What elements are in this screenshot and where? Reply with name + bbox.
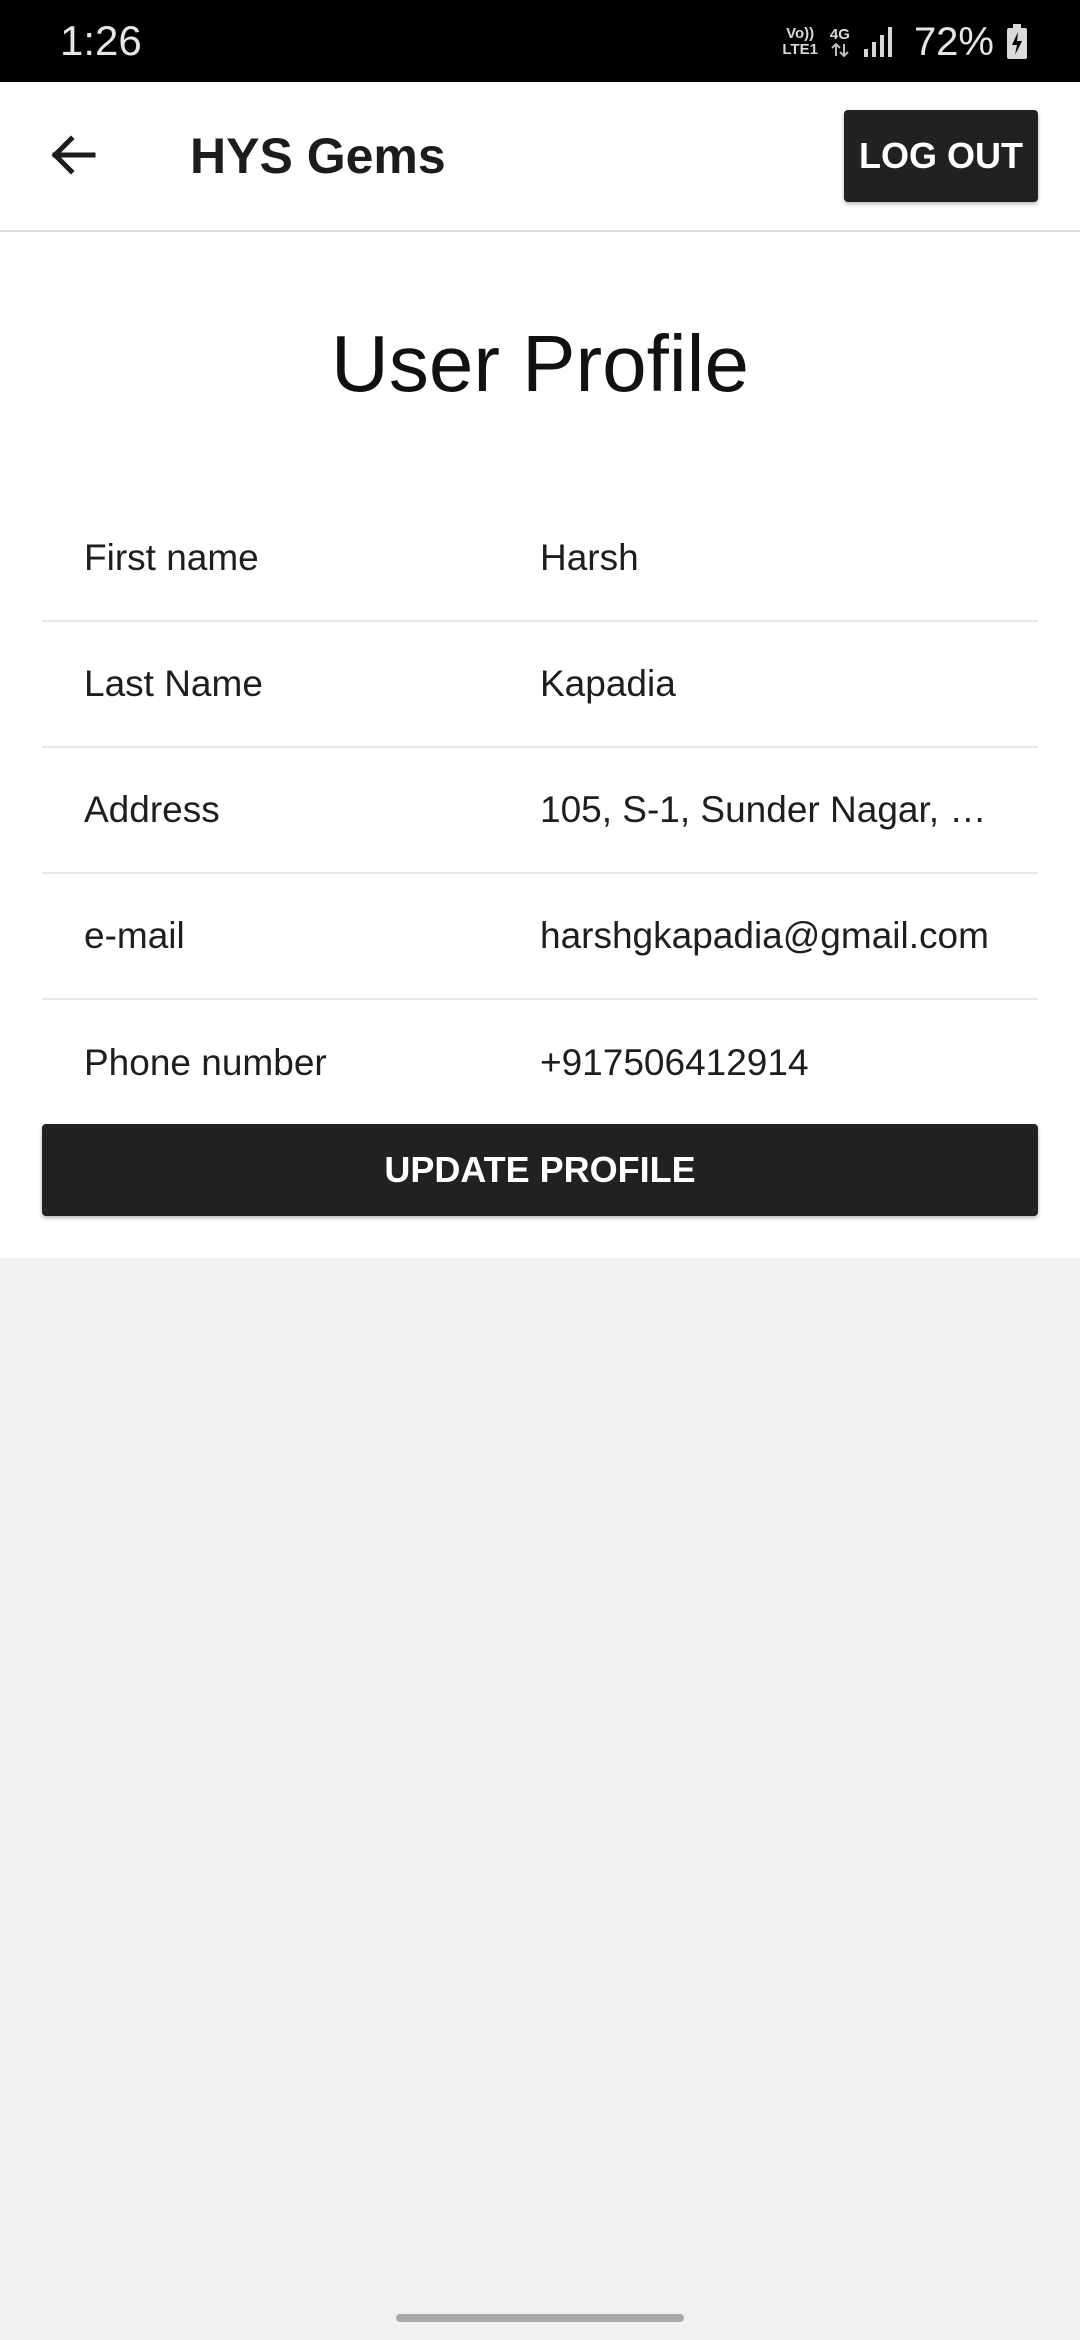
- volte-top-label: Vo)): [786, 25, 815, 42]
- first-name-value: Harsh: [540, 537, 639, 578]
- profile-row-phone: Phone number +917506412914: [42, 1000, 1038, 1126]
- profile-details: First name Harsh Last Name Kapadia Addre…: [42, 496, 1038, 1126]
- first-name-label: First name: [84, 537, 259, 578]
- status-time: 1:26: [60, 17, 142, 64]
- network-type-indicator: 4G: [830, 27, 850, 57]
- status-bar: 1:26 Vo)) LTE1 4G 72%: [0, 0, 1080, 82]
- profile-row-address: Address 105, S-1, Sunder Nagar, S....: [42, 748, 1038, 874]
- update-profile-button[interactable]: UPDATE PROFILE: [42, 1124, 1038, 1216]
- last-name-value: Kapadia: [540, 663, 676, 704]
- profile-row-email: e-mail harshgkapadia@gmail.com: [42, 874, 1038, 1000]
- back-button[interactable]: [40, 122, 106, 188]
- address-label: Address: [84, 789, 220, 830]
- home-indicator[interactable]: [396, 2314, 684, 2322]
- arrow-left-icon: [51, 135, 96, 175]
- data-arrows-icon: [831, 43, 849, 57]
- profile-row-first-name: First name Harsh: [42, 496, 1038, 622]
- page-title: User Profile: [331, 319, 749, 408]
- logout-button[interactable]: LOG OUT: [844, 110, 1038, 202]
- battery-charging-icon: [1007, 24, 1027, 59]
- email-value: harshgkapadia@gmail.com: [540, 915, 989, 956]
- email-label: e-mail: [84, 915, 185, 956]
- network-type-label: 4G: [829, 26, 850, 43]
- last-name-label: Last Name: [84, 663, 263, 704]
- profile-card: User Profile First name Harsh Last Name …: [0, 232, 1080, 1258]
- battery-percentage: 72%: [913, 20, 994, 64]
- volte-indicator: Vo)) LTE1: [782, 26, 818, 58]
- volte-bottom-label: LTE1: [782, 41, 818, 58]
- profile-row-last-name: Last Name Kapadia: [42, 622, 1038, 748]
- phone-value: +917506412914: [540, 1042, 809, 1083]
- status-icons: Vo)) LTE1 4G 72%: [782, 20, 1028, 64]
- phone-label: Phone number: [84, 1042, 327, 1083]
- app-title: HYS Gems: [190, 128, 446, 184]
- signal-strength-icon: [863, 27, 892, 57]
- address-value: 105, S-1, Sunder Nagar, S....: [540, 789, 1016, 830]
- app-bar: HYS Gems LOG OUT: [0, 82, 1080, 230]
